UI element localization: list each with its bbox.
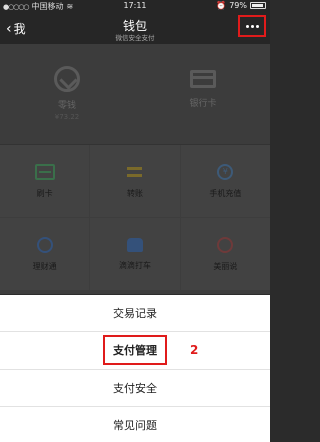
annotation-2: 2 xyxy=(190,343,199,357)
menu-item-payment-management[interactable]: 支付管理 xyxy=(0,331,270,367)
change-label: 零钱 xyxy=(57,101,76,111)
transfer-icon xyxy=(125,164,145,180)
grid-item-taxi[interactable]: 滴滴打车 xyxy=(90,218,180,290)
grid-item-label: 刷卡 xyxy=(36,188,53,198)
menu-item-label: 常见问题 xyxy=(113,418,157,432)
more-dot-icon xyxy=(250,24,254,28)
wallet-coin-icon xyxy=(54,66,80,92)
battery-icon xyxy=(250,2,266,9)
meilishuo-icon xyxy=(217,236,234,253)
action-sheet: 交易记录 支付管理 支付安全 常见问题 xyxy=(0,295,270,442)
yen-icon: ¥ xyxy=(217,163,234,180)
page-subtitle: 微信安全支付 xyxy=(115,34,155,42)
grid-item-meilishuo[interactable]: 美丽说 xyxy=(180,218,270,290)
change-balance[interactable]: 零钱 ¥73.22 xyxy=(22,66,112,121)
grid-item-label: 理财通 xyxy=(32,261,57,271)
scan-icon xyxy=(34,163,55,180)
menu-item-faq[interactable]: 常见问题 xyxy=(0,406,270,442)
service-grid: 刷卡 转账 ¥ 手机充值 理财通 滴滴打车 美丽说 xyxy=(0,144,270,294)
battery-percent: 79% xyxy=(229,1,247,10)
grid-item-label: 滴滴打车 xyxy=(118,260,151,270)
grid-item-wealth[interactable]: 理财通 xyxy=(0,218,90,290)
more-dot-icon xyxy=(245,24,249,28)
car-icon xyxy=(126,237,143,252)
status-bar: ●○○○○ 中国移动 ≋ 17:11 ⏰ 79% xyxy=(0,0,270,12)
grid-item-label: 转账 xyxy=(126,188,143,198)
bank-card[interactable]: 银行卡 xyxy=(158,66,248,109)
alarm-icon: ⏰ xyxy=(216,1,227,10)
balance-band: 零钱 ¥73.22 银行卡 xyxy=(0,44,270,144)
menu-item-transactions[interactable]: 交易记录 xyxy=(0,295,270,331)
grid-item-label: 手机充值 xyxy=(209,188,242,198)
bankcard-label: 银行卡 xyxy=(189,99,217,109)
bank-card-icon xyxy=(190,70,216,88)
grid-item-transfer[interactable]: 转账 xyxy=(90,145,180,217)
menu-item-payment-security[interactable]: 支付安全 xyxy=(0,369,270,405)
change-amount: ¥73.22 xyxy=(54,113,80,121)
more-button[interactable] xyxy=(238,15,266,37)
menu-item-label: 交易记录 xyxy=(113,307,157,320)
more-dot-icon xyxy=(255,24,259,28)
grid-item-scan[interactable]: 刷卡 xyxy=(0,145,90,217)
grid-item-topup[interactable]: ¥ 手机充值 xyxy=(180,145,270,217)
top-bar: ●○○○○ 中国移动 ≋ 17:11 ⏰ 79% ‹ 我 钱包 微信安全支付 xyxy=(0,0,270,44)
menu-item-label: 支付安全 xyxy=(113,381,157,395)
grid-item-label: 美丽说 xyxy=(213,261,238,271)
menu-item-label: 支付管理 xyxy=(103,334,167,365)
finance-icon xyxy=(36,236,53,253)
